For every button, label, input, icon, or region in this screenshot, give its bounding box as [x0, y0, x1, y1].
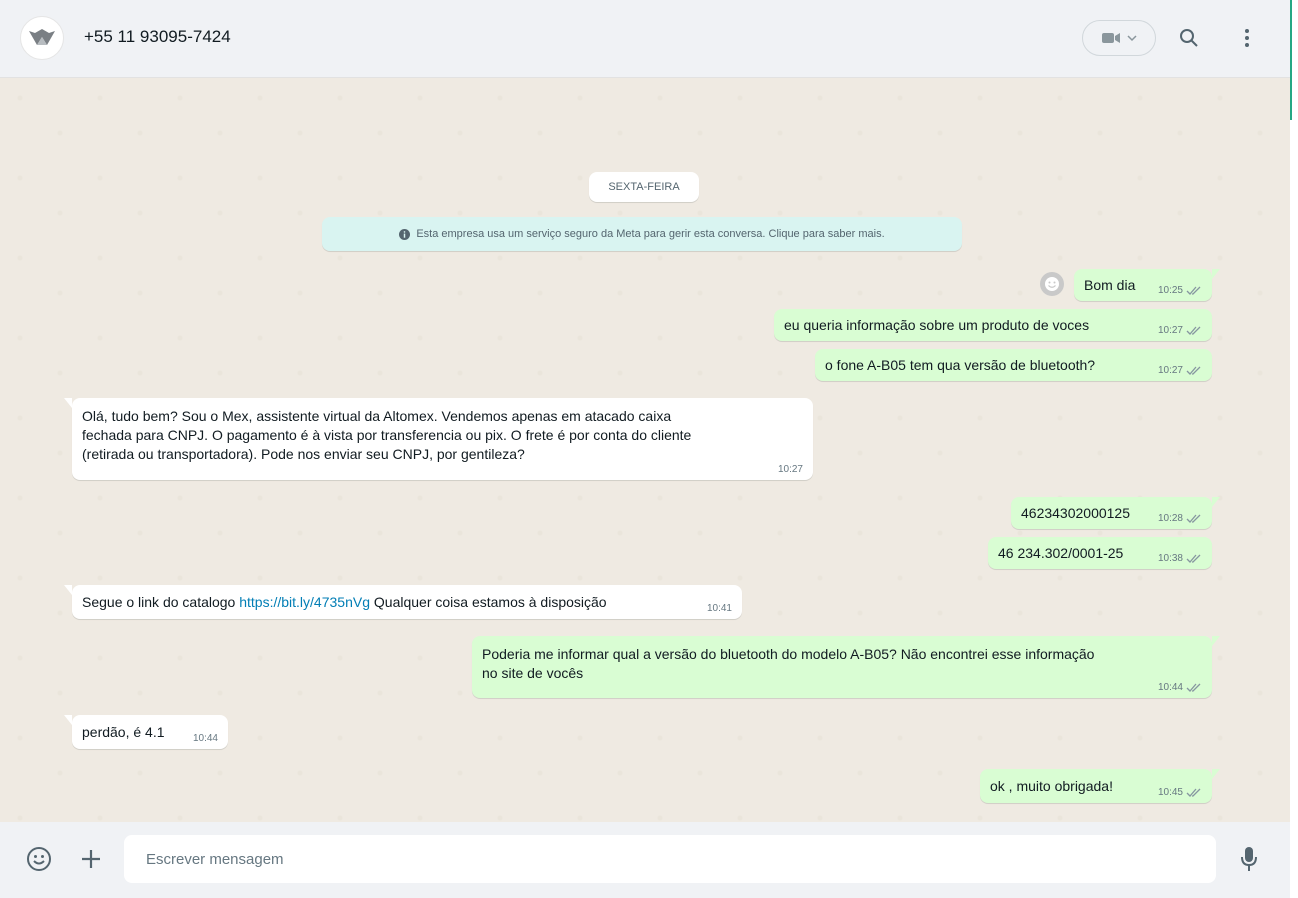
double-check-icon	[1186, 788, 1201, 797]
message-text: Segue o link do catalogo https://bit.ly/…	[82, 593, 607, 612]
double-check-icon	[1186, 286, 1201, 295]
message-text: Poderia me informar qual a versão do blu…	[482, 645, 1094, 683]
video-call-button[interactable]	[1082, 20, 1156, 56]
logo-avatar-icon	[29, 29, 55, 45]
menu-icon	[1245, 29, 1249, 47]
message-meta: 10:27	[778, 464, 803, 475]
message-time: 10:27	[777, 464, 803, 475]
whatsapp-app: +55 11 93095-7424 SEXTA-FEIRA Esta empre…	[0, 0, 1290, 898]
message-outgoing[interactable]: Poderia me informar qual a versão do blu…	[472, 636, 1220, 698]
message-text: ok , muito obrigada!	[990, 778, 1113, 794]
catalog-link[interactable]: https://bit.ly/4735nVg	[239, 594, 370, 610]
message-outgoing[interactable]: Bom dia 10:25	[1074, 269, 1220, 301]
bubble-tail	[1212, 636, 1220, 646]
contact-avatar[interactable]	[20, 16, 64, 60]
message-outgoing[interactable]: o fone A-B05 tem qua versão de bluetooth…	[815, 349, 1212, 381]
message-meta: 10:25	[1158, 285, 1202, 296]
message-input-box[interactable]	[124, 835, 1216, 883]
message-time: 10:27	[1157, 365, 1183, 376]
message-line: no site de vocês	[482, 665, 584, 681]
message-meta: 10:41	[707, 603, 732, 614]
message-text: Olá, tudo bem? Sou o Mex, assistente vir…	[82, 407, 691, 464]
message-input[interactable]	[144, 849, 1188, 869]
message-time: 10:45	[1157, 787, 1183, 798]
search-icon	[1180, 29, 1198, 47]
message-outgoing[interactable]: eu queria informação sobre um produto de…	[774, 309, 1212, 341]
message-time: 10:41	[706, 603, 732, 614]
message-meta: 10:44	[193, 733, 218, 744]
bubble-tail	[1212, 497, 1220, 507]
emoji-button[interactable]	[22, 842, 56, 876]
encryption-notice[interactable]: Esta empresa usa um serviço seguro da Me…	[322, 217, 962, 251]
message-text: eu queria informação sobre um produto de…	[784, 317, 1090, 333]
info-icon	[399, 228, 411, 240]
bubble-tail	[64, 398, 72, 408]
message-outgoing[interactable]: ok , muito obrigada! 10:45	[980, 769, 1220, 803]
double-check-icon	[1186, 683, 1201, 692]
message-text-part: Segue o link do catalogo	[82, 594, 240, 610]
date-divider: SEXTA-FEIRA	[589, 172, 699, 202]
reaction-button[interactable]	[1040, 272, 1064, 296]
chat-header: +55 11 93095-7424	[0, 0, 1290, 78]
bubble-tail	[1212, 269, 1220, 279]
chat-messages-area[interactable]: SEXTA-FEIRA Esta empresa usa um serviço …	[0, 78, 1290, 822]
search-button[interactable]	[1175, 24, 1203, 52]
message-line: Olá, tudo bem? Sou o Mex, assistente vir…	[82, 408, 672, 424]
message-incoming[interactable]: Olá, tudo bem? Sou o Mex, assistente vir…	[64, 398, 813, 480]
message-time: 10:44	[1157, 682, 1183, 693]
message-text-part: Qualquer coisa estamos à disposição	[370, 594, 607, 610]
chevron-down-icon	[1127, 35, 1137, 42]
window-edge	[1290, 0, 1298, 898]
message-incoming[interactable]: perdão, é 4.1 10:44	[64, 715, 228, 749]
message-meta: 10:44	[1158, 682, 1202, 693]
encryption-notice-text: Esta empresa usa um serviço seguro da Me…	[416, 228, 885, 240]
bubble-tail	[1212, 769, 1220, 779]
message-time: 10:25	[1157, 285, 1183, 296]
voice-message-button[interactable]	[1232, 842, 1266, 876]
message-composer	[0, 822, 1290, 898]
message-time: 10:27	[1157, 325, 1183, 336]
message-meta: 10:28	[1158, 513, 1202, 524]
double-check-icon	[1186, 366, 1201, 375]
microphone-icon	[1241, 847, 1257, 871]
message-text: o fone A-B05 tem qua versão de bluetooth…	[825, 357, 1096, 373]
message-outgoing[interactable]: 46234302000125 10:28	[1011, 497, 1220, 529]
message-text: perdão, é 4.1	[82, 724, 165, 740]
message-outgoing[interactable]: 46 234.302/0001-25 10:38	[988, 537, 1212, 569]
emoji-icon	[27, 847, 51, 871]
menu-button[interactable]	[1233, 24, 1261, 52]
message-meta: 10:45	[1158, 787, 1202, 798]
message-line: (retirada ou transportadora). Pode nos e…	[82, 446, 525, 462]
message-time: 10:28	[1157, 513, 1183, 524]
scroll-indicator	[1290, 0, 1292, 120]
bubble-tail	[64, 585, 72, 595]
emoji-smile-icon	[1045, 277, 1059, 291]
video-call-icon	[1102, 33, 1120, 43]
message-meta: 10:27	[1158, 325, 1202, 336]
double-check-icon	[1186, 554, 1201, 563]
contact-name[interactable]: +55 11 93095-7424	[84, 27, 231, 47]
plus-icon	[82, 850, 100, 868]
double-check-icon	[1186, 514, 1201, 523]
message-line: fechada para CNPJ. O pagamento é à vista…	[82, 427, 692, 443]
message-incoming[interactable]: Segue o link do catalogo https://bit.ly/…	[64, 585, 742, 619]
message-meta: 10:27	[1158, 365, 1202, 376]
message-text: 46 234.302/0001-25	[998, 545, 1124, 561]
message-text: Bom dia	[1084, 277, 1136, 293]
message-time: 10:38	[1157, 553, 1183, 564]
message-text: 46234302000125	[1021, 505, 1131, 521]
double-check-icon	[1186, 326, 1201, 335]
message-meta: 10:38	[1158, 553, 1202, 564]
bubble-tail	[64, 715, 72, 725]
message-line: Poderia me informar qual a versão do blu…	[482, 646, 1095, 662]
message-time: 10:44	[192, 733, 218, 744]
attach-button[interactable]	[74, 842, 108, 876]
